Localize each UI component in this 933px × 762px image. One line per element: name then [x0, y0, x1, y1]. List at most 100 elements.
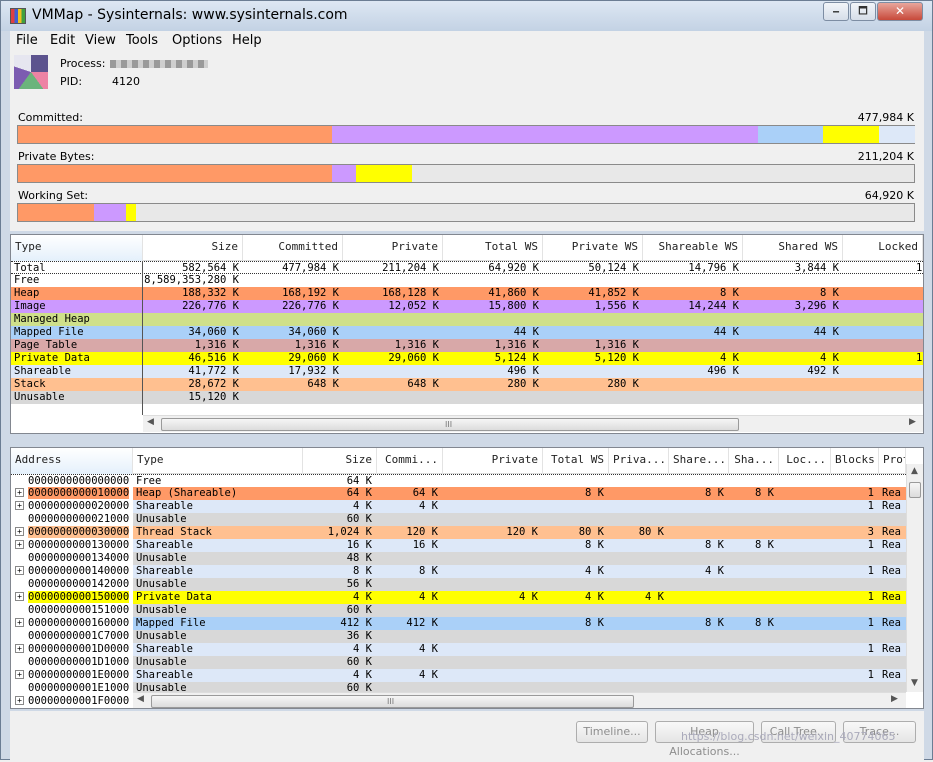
summary-row[interactable]: Shareable 41,772 K 17,932 K 496 K 496 K 492 K	[11, 365, 923, 378]
summary-row[interactable]: Total 582,564 K 477,984 K 211,204 K 64,920 K…	[11, 261, 923, 274]
scroll-right-icon[interactable]: ▶	[909, 417, 916, 427]
close-button[interactable]: ✕	[877, 2, 923, 21]
detail-row[interactable]: +00000000001E0000Shareable4 K4 K1Read	[11, 669, 906, 682]
column-header-total-ws[interactable]: Total WS	[543, 448, 609, 474]
summary-cell: 5,120 K	[594, 352, 639, 364]
detail-cell-private	[446, 643, 538, 656]
detail-cell-private-ws	[612, 617, 664, 630]
maximize-button[interactable]: 🗖	[850, 2, 876, 21]
menu-edit[interactable]: Edit	[50, 33, 75, 48]
menu-help[interactable]: Help	[232, 33, 262, 48]
column-header-loc[interactable]: Loc...	[779, 448, 831, 474]
pid-value: 4120	[112, 75, 140, 88]
timeline-button[interactable]: Timeline...	[576, 721, 648, 743]
expand-icon[interactable]: +	[15, 618, 24, 627]
detail-row[interactable]: +00000000001D0000Shareable4 K4 K1Read	[11, 643, 906, 656]
expand-icon[interactable]: +	[15, 696, 24, 705]
detail-row[interactable]: 00000000001D1000 Unusable 60 K	[11, 656, 906, 669]
expand-icon[interactable]: +	[15, 501, 24, 510]
expand-icon[interactable]: +	[15, 488, 24, 497]
expand-icon[interactable]: +	[15, 566, 24, 575]
detail-cell-private-ws	[612, 630, 664, 643]
summary-row[interactable]: Heap 188,332 K 168,192 K 168,128 K 41,860 K 4…	[11, 287, 923, 300]
summary-hscroll[interactable]: ◀ III ▶	[143, 415, 923, 432]
expand-icon[interactable]: +	[15, 670, 24, 679]
detail-cell-type: Private Data	[136, 591, 212, 603]
address-text: 0000000000020000	[28, 500, 130, 512]
detail-cell-shared-ws	[732, 565, 774, 578]
expand-icon[interactable]: +	[15, 540, 24, 549]
detail-row[interactable]: +0000000000160000 Mapped File 412 K 412 K8 …	[11, 617, 906, 630]
column-header-size[interactable]: Size	[303, 448, 377, 474]
expand-icon[interactable]: +	[15, 592, 24, 601]
column-header-size[interactable]: Size	[143, 235, 243, 261]
scroll-left-icon[interactable]: ◀	[137, 694, 144, 704]
detail-cell-blocks	[834, 656, 874, 669]
detail-hscroll[interactable]: ◀ III ▶	[133, 692, 906, 708]
column-header-committed[interactable]: Committed	[243, 235, 343, 261]
scroll-up-icon[interactable]: ▲	[911, 466, 918, 476]
detail-row[interactable]: 0000000000142000 Unusable 56 K	[11, 578, 906, 591]
column-header-type[interactable]: Type	[133, 448, 303, 474]
detail-cell-shared-ws	[732, 643, 774, 656]
column-header-shareable-ws[interactable]: Shareable WS	[643, 235, 743, 261]
menu-tools[interactable]: Tools	[126, 33, 158, 48]
column-header-priva[interactable]: Priva...	[609, 448, 669, 474]
menu-view[interactable]: View	[85, 33, 116, 48]
graph-segment	[332, 126, 758, 143]
address-text: 00000000001D0000	[28, 643, 130, 655]
column-header-locked[interactable]: Locked	[843, 235, 923, 261]
summary-row[interactable]: Mapped File 34,060 K 34,060 K 44 K 44 K 44 K	[11, 326, 923, 339]
menu-options[interactable]: Options	[172, 33, 222, 48]
column-header-private[interactable]: Private	[343, 235, 443, 261]
summary-row[interactable]: Private Data 46,516 K 29,060 K 29,060 K 5,12…	[11, 352, 923, 365]
column-header-private[interactable]: Private	[443, 448, 543, 474]
detail-row[interactable]: +0000000000150000 Private Data 4 K4 K4 K4 …	[11, 591, 906, 604]
column-header-sha[interactable]: Sha...	[729, 448, 779, 474]
detail-row[interactable]: 0000000000000000 Free 64 K	[11, 474, 906, 488]
detail-cell-type: Shareable	[136, 500, 193, 512]
detail-cell-total-ws: 4 K	[585, 591, 604, 603]
column-header-prot[interactable]: Prot	[879, 448, 906, 474]
column-header-address[interactable]: Address	[11, 448, 133, 474]
detail-row[interactable]: 0000000000021000 Unusable 60 K	[11, 513, 906, 526]
column-header-commi[interactable]: Commi...	[377, 448, 443, 474]
summary-row[interactable]: Managed Heap	[11, 313, 923, 326]
column-header-total-ws[interactable]: Total WS	[443, 235, 543, 261]
detail-row[interactable]: 0000000000134000 Unusable 48 K	[11, 552, 906, 565]
summary-row[interactable]: Stack 28,672 K 648 K 648 K 280 K 280 K	[11, 378, 923, 391]
menu-file[interactable]: File	[16, 33, 38, 48]
summary-row[interactable]: Free 8,589,353,280 K	[11, 274, 923, 287]
scroll-left-icon[interactable]: ◀	[147, 417, 154, 427]
column-header-private-ws[interactable]: Private WS	[543, 235, 643, 261]
scroll-down-icon[interactable]: ▼	[911, 678, 918, 688]
column-header-type[interactable]: Type	[11, 235, 143, 261]
expand-icon[interactable]: +	[15, 644, 24, 653]
detail-table[interactable]: Address Type Size Commi... Private Total WS Pr…	[10, 447, 924, 709]
expand-icon[interactable]: +	[15, 527, 24, 536]
detail-row[interactable]: +0000000000130000 Shareable 16 K 16 K8 K8 K…	[11, 539, 906, 552]
detail-row[interactable]: +0000000000010000 Heap (Shareable) 64 K 64 …	[11, 487, 906, 500]
detail-cell-private	[446, 656, 538, 669]
detail-cell-total-ws	[546, 656, 604, 669]
summary-row[interactable]: Page Table 1,316 K 1,316 K 1,316 K 1,316 K 1,…	[11, 339, 923, 352]
detail-row[interactable]: +0000000000030000 Thread Stack 1,024 K 120 …	[11, 526, 906, 539]
detail-vscroll-thumb[interactable]	[909, 482, 921, 498]
summary-row[interactable]: Image 226,776 K 226,776 K 12,052 K 15,800 K 1…	[11, 300, 923, 313]
detail-row[interactable]: +0000000000140000 Shareable 8 K8 K4 K4 K1R…	[11, 565, 906, 578]
detail-row[interactable]: 0000000000151000 Unusable 60 K	[11, 604, 906, 617]
summary-table[interactable]: Type Size Committed Private Total WS Private …	[10, 234, 924, 434]
column-header-blocks[interactable]: Blocks	[831, 448, 879, 474]
column-header-share[interactable]: Share...	[669, 448, 729, 474]
minimize-button[interactable]: 🗕	[823, 2, 849, 21]
detail-hscroll-thumb[interactable]: III	[151, 695, 634, 708]
summary-cell: 188,332 K	[182, 287, 239, 299]
detail-vscroll[interactable]: ▲ ▼	[906, 464, 923, 692]
summary-row[interactable]: Unusable 15,120 K	[11, 391, 923, 404]
scroll-right-icon[interactable]: ▶	[891, 694, 898, 704]
detail-row[interactable]: 00000000001C7000 Unusable 36 K	[11, 630, 906, 643]
summary-hscroll-thumb[interactable]: III	[161, 418, 739, 431]
column-header-shared-ws[interactable]: Shared WS	[743, 235, 843, 261]
summary-cell: 1,316 K	[194, 339, 239, 351]
detail-row[interactable]: +0000000000020000Shareable4 K4 K1Read	[11, 500, 906, 513]
